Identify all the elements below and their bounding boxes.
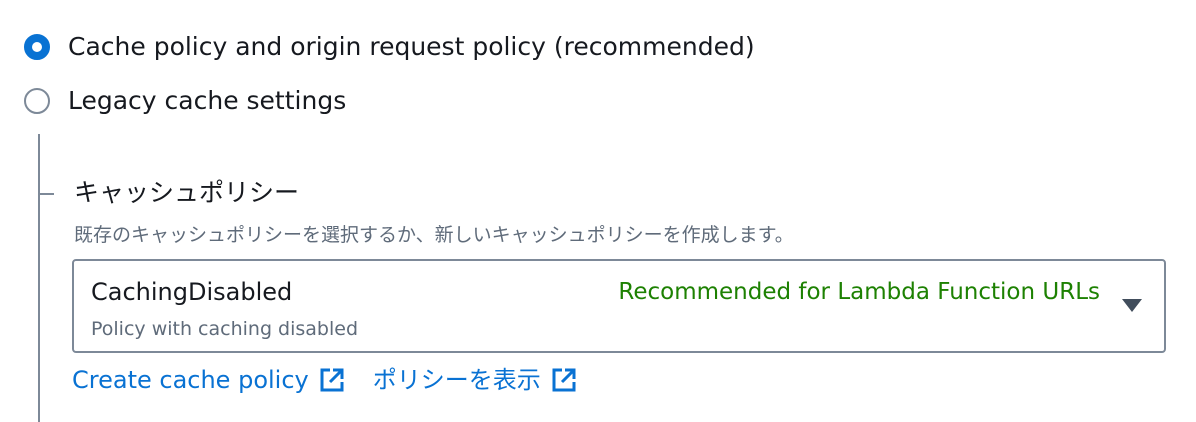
caret-down-icon[interactable] bbox=[1122, 299, 1142, 312]
radio-label-cache-policy: Cache policy and origin request policy (… bbox=[68, 32, 755, 61]
radio-option-cache-policy[interactable]: Cache policy and origin request policy (… bbox=[24, 32, 755, 62]
select-selected-value: CachingDisabled bbox=[91, 278, 293, 306]
radio-button-unselected[interactable] bbox=[24, 88, 50, 114]
radio-label-legacy-cache: Legacy cache settings bbox=[68, 86, 347, 115]
create-cache-policy-link[interactable]: Create cache policy bbox=[72, 364, 345, 396]
radio-option-legacy-cache[interactable]: Legacy cache settings bbox=[24, 86, 346, 116]
cache-policy-description: 既存のキャッシュポリシーを選択するか、新しいキャッシュポリシーを作成します。 bbox=[74, 224, 794, 246]
create-cache-policy-link-label: Create cache policy bbox=[72, 366, 309, 394]
tree-guide-line bbox=[38, 134, 40, 422]
view-policy-link[interactable]: ポリシーを表示 bbox=[373, 364, 577, 396]
policy-links: Create cache policy ポリシーを表示 bbox=[72, 364, 577, 396]
radio-button-selected[interactable] bbox=[24, 34, 50, 60]
recommended-tag: Recommended for Lambda Function URLs bbox=[618, 279, 1100, 305]
select-option-description: Policy with caching disabled bbox=[91, 318, 359, 340]
tree-guide-branch bbox=[38, 193, 54, 195]
cache-policy-label: キャッシュポリシー bbox=[74, 178, 300, 207]
view-policy-link-label: ポリシーを表示 bbox=[372, 366, 541, 394]
cache-settings-panel: Cache policy and origin request policy (… bbox=[0, 0, 1196, 422]
cache-policy-select[interactable]: CachingDisabled Recommended for Lambda F… bbox=[72, 259, 1166, 353]
external-link-icon bbox=[319, 367, 345, 393]
external-link-icon bbox=[551, 367, 577, 393]
